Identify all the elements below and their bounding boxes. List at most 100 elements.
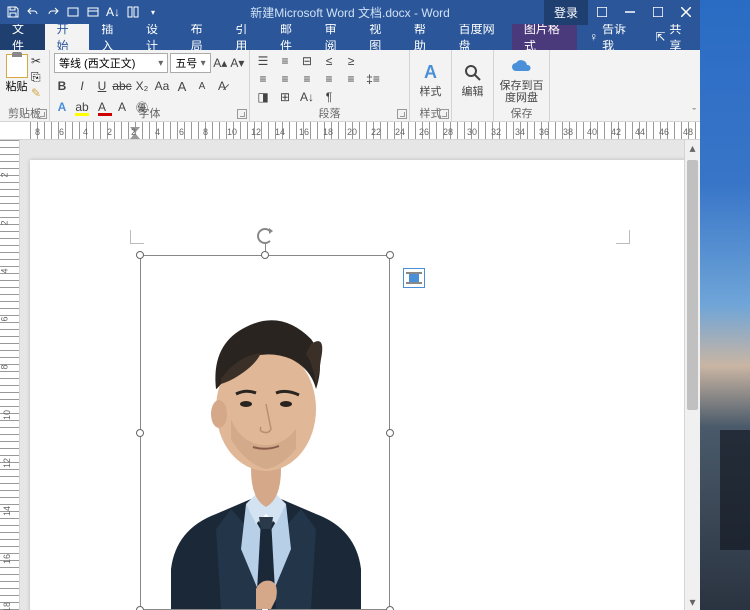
tab-file[interactable]: 文件 bbox=[0, 24, 45, 50]
scroll-up-icon[interactable]: ▴ bbox=[685, 140, 700, 156]
tab-mailings[interactable]: 邮件 bbox=[268, 24, 313, 50]
ruler-tick: 30 bbox=[467, 127, 477, 137]
resize-handle[interactable] bbox=[136, 606, 144, 610]
underline-button[interactable]: U bbox=[94, 78, 110, 94]
ruler-tick: 20 bbox=[347, 127, 357, 137]
login-button[interactable]: 登录 bbox=[544, 0, 588, 25]
rotate-handle-icon[interactable] bbox=[257, 228, 273, 244]
redo-icon[interactable] bbox=[44, 3, 62, 21]
close-icon[interactable] bbox=[672, 0, 700, 24]
ruler-tick: 4 bbox=[155, 127, 160, 137]
tab-view[interactable]: 视图 bbox=[357, 24, 402, 50]
tab-layout[interactable]: 布局 bbox=[179, 24, 224, 50]
tab-insert[interactable]: 插入 bbox=[89, 24, 134, 50]
ruler-tick: 18 bbox=[2, 602, 12, 610]
portrait-image bbox=[161, 289, 371, 609]
ruler-tick: 2 bbox=[0, 172, 10, 177]
resize-handle[interactable] bbox=[386, 251, 394, 259]
ruler-tick: 36 bbox=[539, 127, 549, 137]
subscript-button[interactable]: X₂ bbox=[134, 78, 150, 94]
undo-icon[interactable] bbox=[24, 3, 42, 21]
minimize-icon[interactable] bbox=[616, 0, 644, 24]
horizontal-ruler[interactable]: 8642246810121416182022242628303234363840… bbox=[0, 122, 700, 140]
scroll-down-icon[interactable]: ▾ bbox=[685, 594, 700, 610]
tab-help[interactable]: 帮助 bbox=[402, 24, 447, 50]
bulb-icon: ♀ bbox=[589, 30, 598, 44]
italic-button[interactable]: I bbox=[74, 78, 90, 94]
resize-handle[interactable] bbox=[136, 251, 144, 259]
font-group: 等线 (西文正文) 五号 A▴ A▾ B I U abc X₂ Aa A A A… bbox=[50, 50, 250, 121]
paste-button[interactable]: 粘贴 bbox=[4, 52, 29, 102]
align-left-icon[interactable]: ≡ bbox=[254, 71, 272, 87]
ribbon-display-icon[interactable] bbox=[588, 0, 616, 24]
grow-font-icon[interactable]: A▴ bbox=[213, 55, 228, 71]
tab-review[interactable]: 审阅 bbox=[313, 24, 358, 50]
font-name-select[interactable]: 等线 (西文正文) bbox=[54, 53, 168, 73]
save-icon[interactable] bbox=[4, 3, 22, 21]
cloud-icon bbox=[509, 54, 535, 80]
dialog-launcher-icon[interactable] bbox=[237, 109, 247, 119]
align-right-icon[interactable]: ≡ bbox=[298, 71, 316, 87]
dialog-launcher-icon[interactable] bbox=[37, 109, 47, 119]
tab-picture-format[interactable]: 图片格式 bbox=[512, 24, 577, 50]
tab-references[interactable]: 引用 bbox=[223, 24, 268, 50]
justify-icon[interactable]: ≡ bbox=[320, 71, 338, 87]
bold-button[interactable]: B bbox=[54, 78, 70, 94]
find-button[interactable]: 编辑 bbox=[456, 52, 489, 106]
strike-button[interactable]: abc bbox=[114, 78, 130, 94]
dialog-launcher-icon[interactable] bbox=[439, 109, 449, 119]
maximize-icon[interactable] bbox=[644, 0, 672, 24]
indent-left-icon[interactable]: ≤ bbox=[320, 53, 338, 69]
numbering-icon[interactable]: ≡ bbox=[276, 53, 294, 69]
tab-baidu[interactable]: 百度网盘 bbox=[447, 24, 512, 50]
resize-handle[interactable] bbox=[386, 606, 394, 610]
qat-icon[interactable] bbox=[84, 3, 102, 21]
page[interactable] bbox=[30, 160, 690, 610]
resize-handle[interactable] bbox=[261, 251, 269, 259]
layout-options-icon[interactable] bbox=[403, 268, 425, 288]
qat-icon[interactable] bbox=[64, 3, 82, 21]
shrink-font-icon[interactable]: A▾ bbox=[230, 55, 245, 71]
resize-handle[interactable] bbox=[386, 429, 394, 437]
clear-format-icon[interactable]: A̷ bbox=[214, 78, 230, 94]
ruler-tick: 46 bbox=[659, 127, 669, 137]
cloud-group: 保存到百度网盘 保存 bbox=[494, 50, 550, 121]
distribute-icon[interactable]: ≡ bbox=[342, 71, 360, 87]
collapse-ribbon-icon[interactable]: ˇ bbox=[692, 107, 696, 119]
line-spacing-icon[interactable]: ‡≡ bbox=[364, 71, 382, 87]
indent-right-icon[interactable]: ≥ bbox=[342, 53, 360, 69]
copy-icon[interactable]: ⎘ bbox=[31, 70, 45, 84]
dialog-launcher-icon[interactable] bbox=[397, 109, 407, 119]
ruler-tick: 48 bbox=[683, 127, 693, 137]
align-center-icon[interactable]: ≡ bbox=[276, 71, 294, 87]
shrink-font2-icon[interactable]: A bbox=[194, 78, 210, 94]
tab-home[interactable]: 开始 bbox=[45, 24, 90, 50]
sort-icon[interactable]: A↓ bbox=[298, 89, 316, 105]
save-cloud-button[interactable]: 保存到百度网盘 bbox=[498, 52, 545, 106]
ruler-tick: 4 bbox=[83, 127, 88, 137]
font-size-select[interactable]: 五号 bbox=[170, 53, 210, 73]
tell-me[interactable]: ♀告诉我 bbox=[577, 24, 643, 50]
shading-icon[interactable]: ◨ bbox=[254, 89, 272, 105]
borders-icon[interactable]: ⊞ bbox=[276, 89, 294, 105]
qat-icon[interactable] bbox=[124, 3, 142, 21]
scroll-thumb[interactable] bbox=[687, 160, 698, 410]
grow-font2-icon[interactable]: A bbox=[174, 78, 190, 94]
vertical-scrollbar[interactable]: ▴ ▾ bbox=[684, 140, 700, 610]
format-painter-icon[interactable]: ✎ bbox=[31, 86, 45, 100]
quick-access-toolbar: A↓ ▾ bbox=[0, 3, 166, 21]
show-marks-icon[interactable]: ¶ bbox=[320, 89, 338, 105]
qat-icon[interactable]: A↓ bbox=[104, 3, 122, 21]
styles-button[interactable]: A 样式 bbox=[414, 52, 447, 106]
paragraph-group: ☰ ≡ ⊟ ≤ ≥ ≡ ≡ ≡ ≡ ≡ ‡≡ ◨ ⊞ A↓ ¶ 段落 bbox=[250, 50, 410, 121]
change-case-button[interactable]: Aa bbox=[154, 78, 170, 94]
multilevel-icon[interactable]: ⊟ bbox=[298, 53, 316, 69]
share-button[interactable]: ⇱共享 bbox=[643, 24, 700, 50]
tab-design[interactable]: 设计 bbox=[134, 24, 179, 50]
vertical-ruler[interactable]: 224681012141618 bbox=[0, 140, 20, 610]
resize-handle[interactable] bbox=[136, 429, 144, 437]
qat-dropdown-icon[interactable]: ▾ bbox=[144, 3, 162, 21]
bullets-icon[interactable]: ☰ bbox=[254, 53, 272, 69]
image-selection[interactable] bbox=[140, 255, 390, 610]
cut-icon[interactable]: ✂ bbox=[31, 54, 45, 68]
